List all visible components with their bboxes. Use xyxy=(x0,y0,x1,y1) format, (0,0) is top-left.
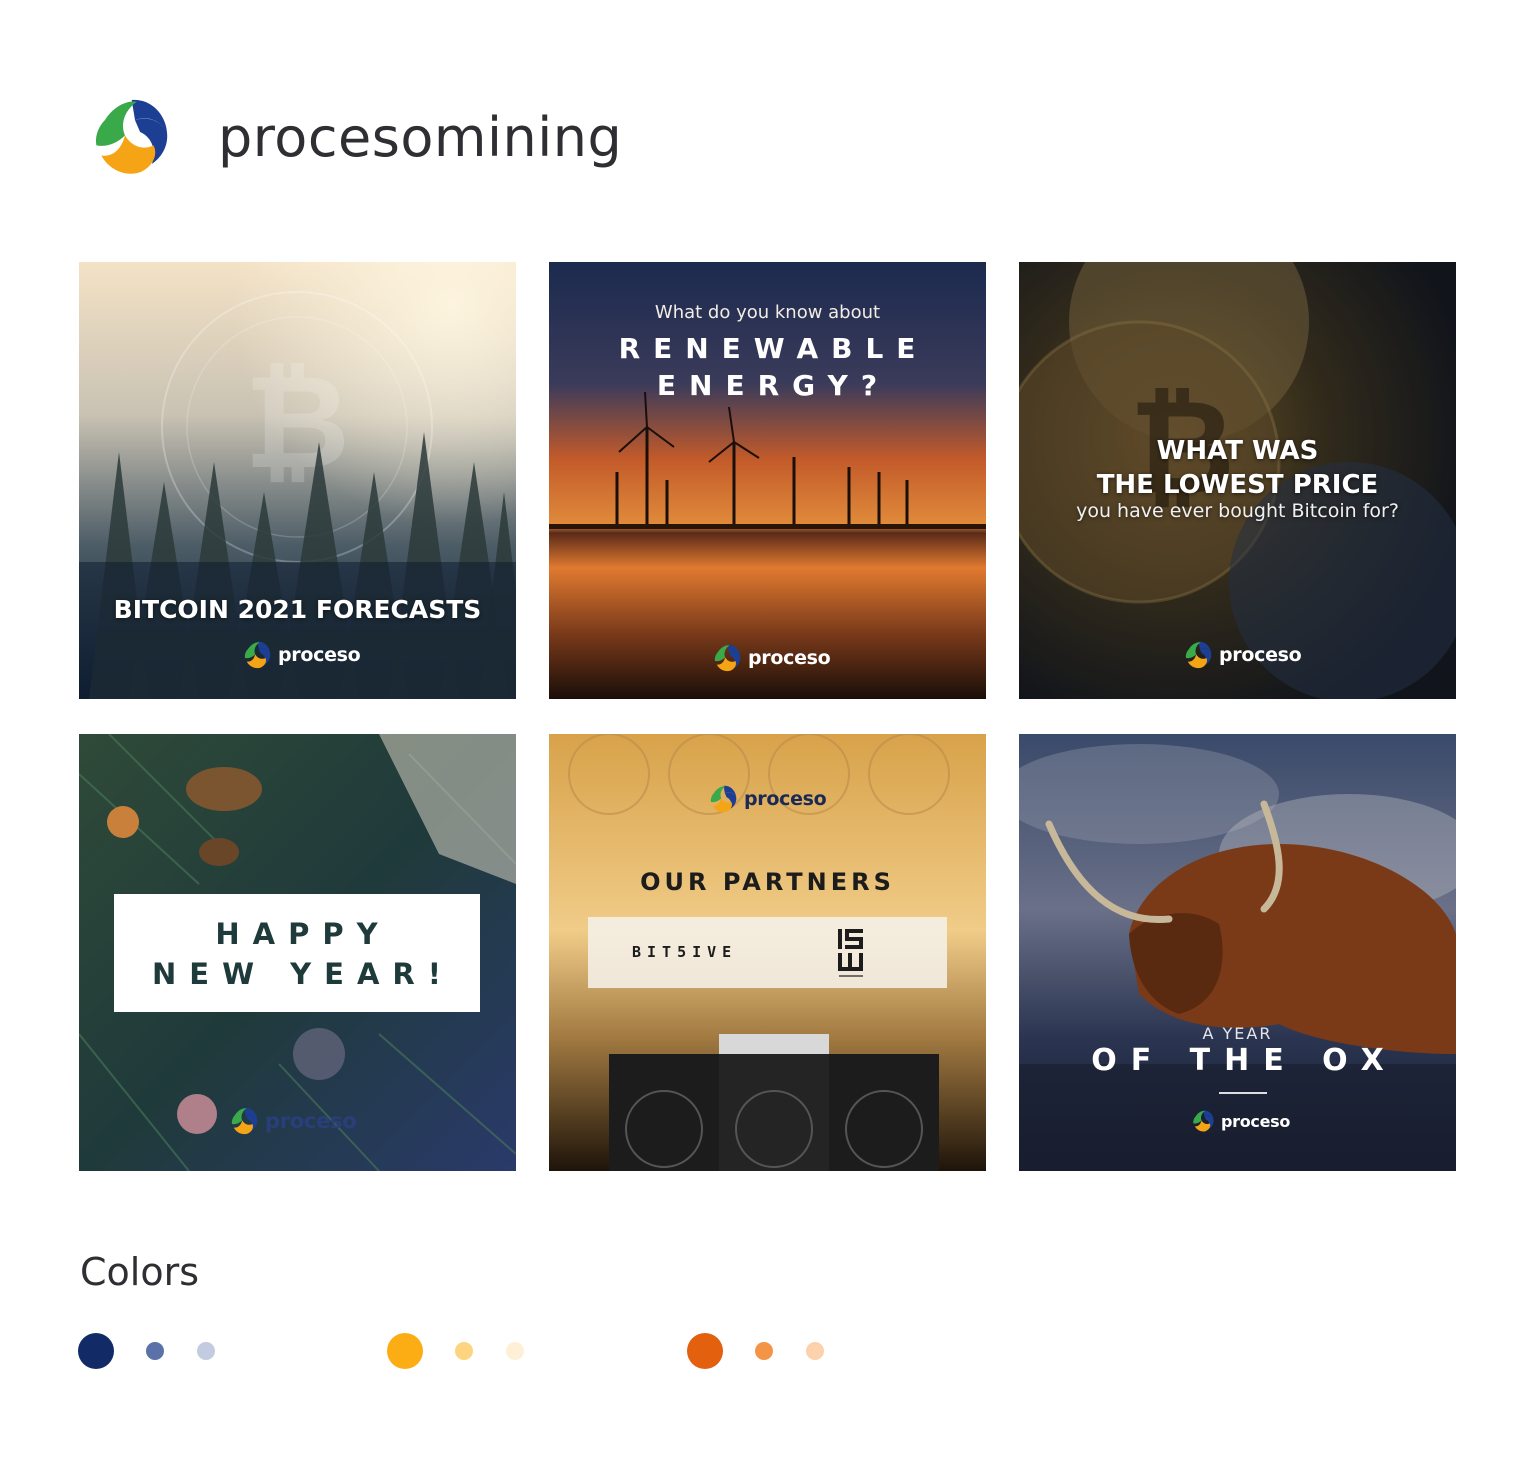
tile-lowest-price: ₿ WHAT WAS THE LOWEST PRICE you have eve… xyxy=(1019,262,1456,699)
brandmark-label: proceso xyxy=(748,647,831,669)
greeting-card: HAPPY NEW YEAR! xyxy=(114,894,480,1012)
tile-headline: BITCOIN 2021 FORECASTS xyxy=(113,595,482,624)
partners-panel: BIT5IVE xyxy=(588,917,947,988)
headline-line-2: ENERGY? xyxy=(656,369,891,402)
tile-year-of-the-ox: A YEAR OF THE OX proceso xyxy=(1019,734,1456,1171)
sunset-windmills-background xyxy=(549,262,986,699)
proceso-logo-icon xyxy=(229,1106,259,1136)
headline-line-1: RENEWABLE xyxy=(618,332,929,365)
partner-bit5ive-logo: BIT5IVE xyxy=(632,943,738,961)
proceso-brandmark: proceso xyxy=(1183,640,1302,670)
proceso-logo-icon xyxy=(242,640,272,670)
brandmark-label: proceso xyxy=(1219,644,1302,666)
proceso-brandmark: proceso xyxy=(708,784,827,814)
tile-pre-text: What do you know about xyxy=(654,302,881,323)
swatch-yellow-1 xyxy=(387,1333,423,1369)
tile-headline: RENEWABLE ENERGY? xyxy=(549,330,986,404)
procesomining-logo-icon xyxy=(88,95,172,179)
tile-bitcoin-forecasts: ₿ BITCOIN 2021 FORECASTS proceso xyxy=(79,262,516,699)
greeting-line-1: HAPPY xyxy=(215,917,391,951)
brandmark-label: proceso xyxy=(1221,1111,1291,1131)
proceso-logo-icon xyxy=(708,784,738,814)
svg-text:₿: ₿ xyxy=(244,346,350,498)
brand-name: procesomining xyxy=(218,105,623,169)
swatch-yellow-3 xyxy=(506,1342,524,1360)
headline-line-1: WHAT WAS xyxy=(1156,436,1319,466)
colors-heading: Colors xyxy=(80,1250,200,1294)
proceso-logo-icon xyxy=(1183,640,1213,670)
proceso-brandmark: proceso xyxy=(229,1106,357,1136)
brandmark-label: proceso xyxy=(744,788,827,810)
tile-our-partners: proceso OUR PARTNERS BIT5IVE xyxy=(549,734,986,1171)
proceso-logo-icon xyxy=(1191,1109,1215,1133)
proceso-brandmark: proceso xyxy=(712,643,831,673)
tile-headline: OF THE OX xyxy=(1091,1043,1398,1078)
divider xyxy=(1219,1092,1267,1094)
proceso-brandmark: proceso xyxy=(242,640,361,670)
swatch-blue-1 xyxy=(78,1333,114,1369)
swatch-blue-3 xyxy=(197,1342,215,1360)
tile-happy-new-year: HAPPY NEW YEAR! proceso xyxy=(79,734,516,1171)
swatch-orange-1 xyxy=(687,1333,723,1369)
tile-renewable-energy: What do you know about RENEWABLE ENERGY?… xyxy=(549,262,986,699)
tile-pre-text: A YEAR xyxy=(1202,1024,1273,1043)
greeting-line-2: NEW YEAR! xyxy=(152,957,454,991)
swatch-orange-3 xyxy=(806,1342,824,1360)
highland-ox-background xyxy=(1019,734,1456,1171)
tile-subtitle: you have ever bought Bitcoin for? xyxy=(1076,500,1399,522)
greeting-text: HAPPY NEW YEAR! xyxy=(114,914,480,994)
brandmark-label: proceso xyxy=(278,644,361,666)
header: procesomining xyxy=(88,95,622,179)
swatch-blue-2 xyxy=(146,1342,164,1360)
forest-background: ₿ xyxy=(79,262,516,699)
swatch-orange-2 xyxy=(755,1342,773,1360)
proceso-logo-icon xyxy=(712,643,742,673)
swatch-yellow-2 xyxy=(455,1342,473,1360)
brandmark-label: proceso xyxy=(265,1109,357,1133)
tile-headline: WHAT WAS THE LOWEST PRICE xyxy=(1019,434,1456,502)
proceso-brandmark: proceso xyxy=(1191,1109,1290,1133)
partner-isw-holdings-logo xyxy=(838,929,863,977)
tile-headline: OUR PARTNERS xyxy=(640,868,895,896)
headline-line-2: THE LOWEST PRICE xyxy=(1096,470,1379,500)
